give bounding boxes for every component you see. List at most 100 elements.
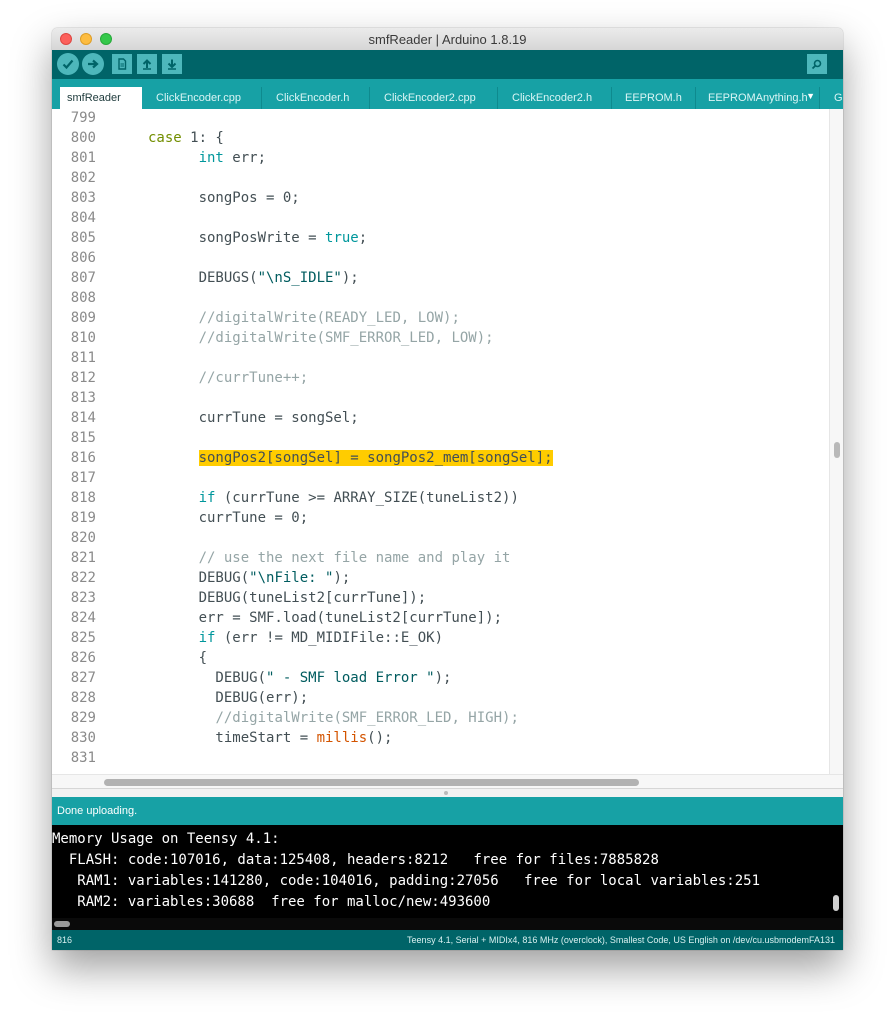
new-sketch-button[interactable] [112, 54, 132, 74]
code-text[interactable]: DEBUG(" - SMF load Error "); [148, 669, 451, 688]
scroll-thumb[interactable] [834, 442, 840, 458]
code-line[interactable]: 831 [52, 749, 829, 768]
tab-label: G [834, 92, 843, 104]
editor-vertical-scrollbar[interactable] [829, 109, 843, 774]
code-line[interactable]: 828 DEBUG(err); [52, 689, 829, 708]
code-line[interactable]: 819 currTune = 0; [52, 509, 829, 528]
save-icon [167, 59, 177, 70]
line-number: 815 [70, 430, 96, 446]
arduino-window: smfReader | Arduino 1.8.19 smfReader Cli… [52, 28, 843, 950]
tab-eeprom-h[interactable]: EEPROM.h [612, 87, 696, 109]
code-text[interactable]: //digitalWrite(SMF_ERROR_LED, HIGH); [148, 709, 518, 728]
code-text[interactable]: songPos = 0; [148, 189, 300, 208]
code-line[interactable]: 822 DEBUG("\nFile: "); [52, 569, 829, 588]
code-text[interactable]: // use the next file name and play it [148, 549, 511, 568]
verify-button[interactable] [57, 53, 79, 75]
code-line[interactable]: 809 //digitalWrite(READY_LED, LOW); [52, 309, 829, 328]
divider-handle[interactable] [444, 791, 448, 795]
code-text[interactable]: //digitalWrite(READY_LED, LOW); [148, 309, 460, 328]
highlighted-code[interactable]: songPos2[songSel] = songPos2_mem[songSel… [198, 450, 553, 466]
code-text[interactable]: { [148, 649, 207, 668]
serial-monitor-button[interactable] [807, 54, 827, 74]
code-text[interactable]: timeStart = millis(); [148, 729, 392, 748]
tab-menu-icon[interactable]: ▼ [806, 91, 815, 101]
tab-eepromanything-h[interactable]: EEPROMAnything.h ▼ [696, 87, 820, 109]
code-line[interactable]: 803 songPos = 0; [52, 189, 829, 208]
code-line[interactable]: 810 //digitalWrite(SMF_ERROR_LED, LOW); [52, 329, 829, 348]
code-line[interactable]: 818 if (currTune >= ARRAY_SIZE(tuneList2… [52, 489, 829, 508]
toolbar [52, 50, 843, 79]
tab-clickencoder-cpp[interactable]: ClickEncoder.cpp [142, 87, 262, 109]
code-line[interactable]: 800 case 1: { [52, 129, 829, 148]
code-line[interactable]: 807 DEBUGS("\nS_IDLE"); [52, 269, 829, 288]
code-text[interactable]: currTune = 0; [148, 509, 309, 528]
open-icon [142, 59, 152, 70]
tab-label: EEPROMAnything.h [708, 92, 808, 104]
code-text[interactable]: songPos2[songSel] = songPos2_mem[songSel… [148, 449, 553, 468]
code-text[interactable]: DEBUG(tuneList2[currTune]); [148, 589, 427, 608]
line-number: 828 [70, 690, 96, 706]
tab-label: smfReader [67, 92, 121, 104]
tab-clickencoder2-cpp[interactable]: ClickEncoder2.cpp [370, 87, 498, 109]
line-number: 823 [70, 590, 96, 606]
code-line[interactable]: 816 songPos2[songSel] = songPos2_mem[son… [52, 449, 829, 468]
line-number: 814 [70, 410, 96, 426]
code-text[interactable]: DEBUGS("\nS_IDLE"); [148, 269, 359, 288]
tab-clickencoder-h[interactable]: ClickEncoder.h [262, 87, 370, 109]
line-number: 799 [70, 110, 96, 126]
code-line[interactable]: 806 [52, 249, 829, 268]
code-line[interactable]: 830 timeStart = millis(); [52, 729, 829, 748]
code-line[interactable]: 812 //currTune++; [52, 369, 829, 388]
scroll-thumb[interactable] [833, 895, 839, 911]
code-line[interactable]: 801 int err; [52, 149, 829, 168]
magnifier-icon [811, 59, 822, 70]
upload-button[interactable] [82, 53, 104, 75]
console-output[interactable]: Memory Usage on Teensy 4.1: FLASH: code:… [52, 825, 829, 918]
code-line[interactable]: 814 currTune = songSel; [52, 409, 829, 428]
scroll-thumb[interactable] [54, 921, 70, 927]
code-line[interactable]: 825 if (err != MD_MIDIFile::E_OK) [52, 629, 829, 648]
code-line[interactable]: 817 [52, 469, 829, 488]
code-line[interactable]: 823 DEBUG(tuneList2[currTune]); [52, 589, 829, 608]
code-line[interactable]: 808 [52, 289, 829, 308]
tab-smfreader[interactable]: smfReader [60, 87, 142, 109]
code-line[interactable]: 820 [52, 529, 829, 548]
open-sketch-button[interactable] [137, 54, 157, 74]
tab-label: ClickEncoder.h [276, 92, 350, 104]
code-line[interactable]: 815 [52, 429, 829, 448]
tab-clickencoder2-h[interactable]: ClickEncoder2.h [498, 87, 612, 109]
line-number: 811 [70, 350, 96, 366]
code-line[interactable]: 827 DEBUG(" - SMF load Error "); [52, 669, 829, 688]
code-text[interactable]: if (currTune >= ARRAY_SIZE(tuneList2)) [148, 489, 519, 508]
code-text[interactable]: int err; [148, 149, 266, 168]
tab-g[interactable]: G [820, 87, 843, 109]
code-line[interactable]: 821 // use the next file name and play i… [52, 549, 829, 568]
code-text[interactable]: err = SMF.load(tuneList2[currTune]); [148, 609, 502, 628]
code-line[interactable]: 829 //digitalWrite(SMF_ERROR_LED, HIGH); [52, 709, 829, 728]
line-number: 816 [70, 450, 96, 466]
code-text[interactable]: case 1: { [148, 129, 224, 148]
code-line[interactable]: 802 [52, 169, 829, 188]
editor-horizontal-scrollbar[interactable] [52, 774, 843, 789]
code-line[interactable]: 805 songPosWrite = true; [52, 229, 829, 248]
window-title: smfReader | Arduino 1.8.19 [368, 32, 527, 47]
code-line[interactable]: 804 [52, 209, 829, 228]
code-editor[interactable]: 799 800 case 1: {801 int err; 802 803 songPo… [52, 109, 829, 774]
code-line[interactable]: 813 [52, 389, 829, 408]
code-line[interactable]: 811 [52, 349, 829, 368]
console-horizontal-scrollbar[interactable] [52, 918, 843, 930]
console-vertical-scrollbar[interactable] [829, 825, 843, 918]
code-text[interactable]: currTune = songSel; [148, 409, 359, 428]
line-number: 817 [70, 470, 96, 486]
code-line[interactable]: 799 [52, 109, 829, 128]
code-text[interactable]: //currTune++; [148, 369, 309, 388]
code-text[interactable]: DEBUG("\nFile: "); [148, 569, 351, 588]
code-text[interactable]: songPosWrite = true; [148, 229, 368, 248]
save-sketch-button[interactable] [162, 54, 182, 74]
code-text[interactable]: DEBUG(err); [148, 689, 308, 708]
code-line[interactable]: 826 { [52, 649, 829, 668]
scroll-thumb[interactable] [104, 779, 639, 786]
code-line[interactable]: 824 err = SMF.load(tuneList2[currTune]); [52, 609, 829, 628]
code-text[interactable]: //digitalWrite(SMF_ERROR_LED, LOW); [148, 329, 494, 348]
code-text[interactable]: if (err != MD_MIDIFile::E_OK) [148, 629, 443, 648]
